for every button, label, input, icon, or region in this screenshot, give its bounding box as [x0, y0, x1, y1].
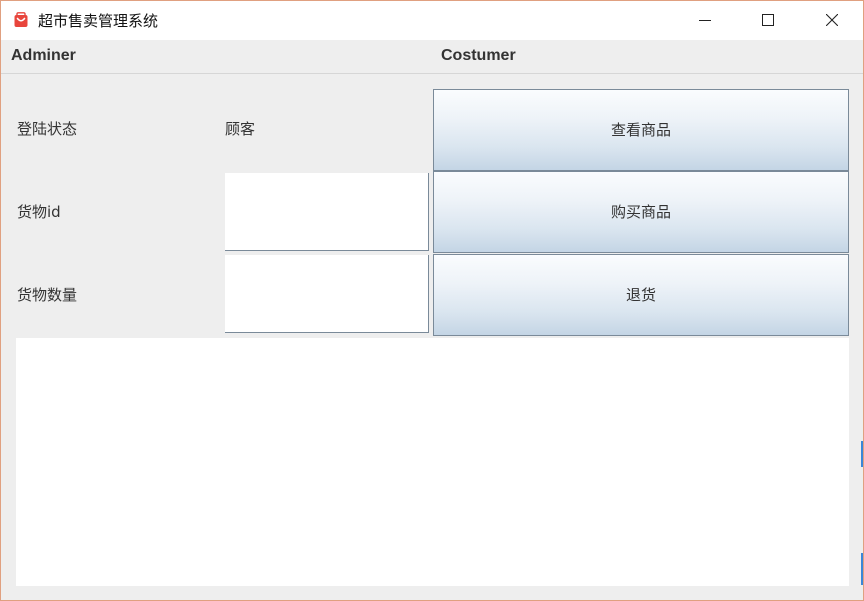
return-goods-button-label: 退货 — [625, 286, 656, 304]
goods-id-label: 货物id — [17, 203, 61, 221]
minimize-icon — [699, 20, 711, 21]
goods-quantity-label: 货物数量 — [17, 286, 78, 304]
app-window: 超市售卖管理系统 Adminer Costumer 登陆状态 顾客 货物id 货… — [0, 0, 864, 601]
login-status-label: 登陆状态 — [17, 120, 78, 138]
output-text-area[interactable] — [16, 338, 849, 586]
close-button[interactable] — [809, 1, 855, 40]
view-goods-button-label: 查看商品 — [610, 121, 671, 139]
goods-quantity-input[interactable] — [225, 255, 429, 333]
buy-goods-button[interactable]: 购买商品 — [433, 171, 849, 253]
login-status-value: 顾客 — [225, 120, 256, 138]
goods-id-input[interactable] — [225, 173, 429, 251]
return-goods-button[interactable]: 退货 — [433, 254, 849, 336]
window-title: 超市售卖管理系统 — [38, 12, 159, 30]
close-icon — [826, 14, 838, 26]
title-bar[interactable]: 超市售卖管理系统 — [1, 1, 863, 40]
maximize-icon — [762, 14, 774, 26]
minimize-button[interactable] — [682, 1, 728, 40]
menu-adminer[interactable]: Adminer — [11, 47, 76, 65]
menu-bar: Adminer Costumer — [1, 40, 863, 74]
view-goods-button[interactable]: 查看商品 — [433, 89, 849, 171]
shopping-bag-icon — [13, 12, 29, 28]
buy-goods-button-label: 购买商品 — [610, 203, 671, 221]
maximize-button[interactable] — [745, 1, 791, 40]
menu-costumer[interactable]: Costumer — [441, 47, 516, 65]
